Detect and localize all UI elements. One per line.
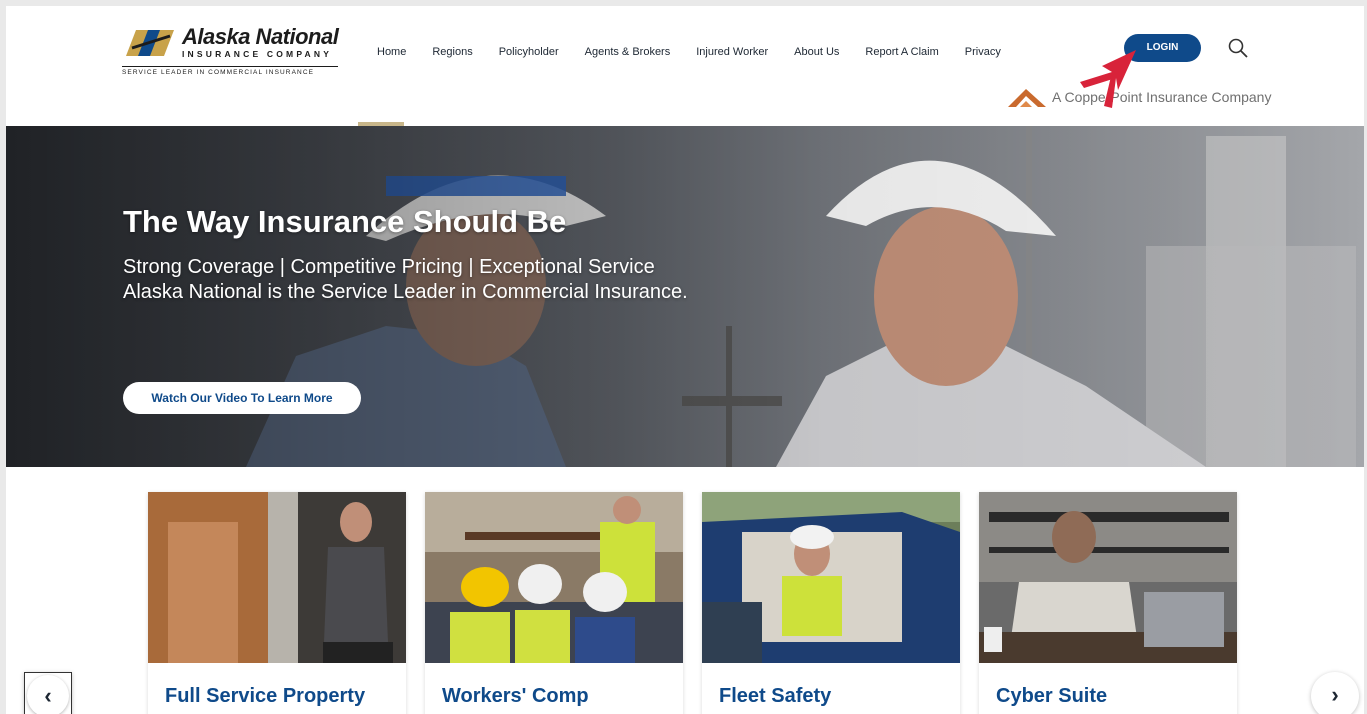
card-image-brewery (148, 492, 406, 663)
nav-injured-worker[interactable]: Injured Worker (683, 46, 781, 58)
card-title: Cyber Suite (996, 685, 1108, 707)
card-fleet-safety[interactable]: Fleet Safety (702, 492, 960, 714)
hero-subtitle-line-1: Strong Coverage | Competitive Pricing | … (123, 256, 655, 278)
site-header: Alaska National INSURANCE COMPANY SERVIC… (6, 6, 1364, 126)
main-nav: Home Regions Policyholder Agents & Broke… (364, 46, 1014, 58)
pointer-arrow-icon (1080, 50, 1136, 108)
product-carousel: Full Service Property Workers' Comp Flee… (148, 492, 1238, 714)
hero-subtitle-line-2: Alaska National is the Service Leader in… (123, 281, 688, 303)
card-image-office-call (979, 492, 1237, 663)
search-icon[interactable] (1227, 37, 1249, 59)
card-title: Fleet Safety (719, 685, 832, 707)
card-image-workers (425, 492, 683, 663)
card-full-service-property[interactable]: Full Service Property (148, 492, 406, 714)
browser-page: Alaska National INSURANCE COMPANY SERVIC… (6, 6, 1364, 714)
logo-subtitle: INSURANCE COMPANY (182, 49, 333, 59)
hero-subtitle: Strong Coverage | Competitive Pricing | … (123, 255, 688, 305)
logo-tagline: SERVICE LEADER IN COMMERCIAL INSURANCE (122, 66, 338, 76)
hero-banner: The Way Insurance Should Be Strong Cover… (6, 126, 1364, 467)
nav-regions[interactable]: Regions (419, 46, 485, 58)
chevron-right-icon: › (1331, 682, 1339, 707)
copperpoint-logo-icon (1008, 89, 1046, 107)
hero-title: The Way Insurance Should Be (123, 204, 567, 239)
nav-privacy[interactable]: Privacy (952, 46, 1014, 58)
card-workers-comp[interactable]: Workers' Comp (425, 492, 683, 714)
logo-name: Alaska National (182, 24, 339, 49)
nav-policyholder[interactable]: Policyholder (486, 46, 572, 58)
nav-agents-brokers[interactable]: Agents & Brokers (572, 46, 684, 58)
carousel-prev-button[interactable]: ‹ (24, 672, 72, 714)
nav-report-a-claim[interactable]: Report A Claim (852, 46, 951, 58)
nav-about-us[interactable]: About Us (781, 46, 852, 58)
nav-home[interactable]: Home (364, 46, 419, 58)
alaska-national-logo[interactable]: Alaska National INSURANCE COMPANY SERVIC… (122, 24, 344, 76)
logo-mark-icon (126, 30, 174, 56)
card-cyber-suite[interactable]: Cyber Suite (979, 492, 1237, 714)
card-title: Workers' Comp (442, 685, 589, 707)
carousel-next-button[interactable]: › (1311, 672, 1359, 714)
watch-video-button[interactable]: Watch Our Video To Learn More (123, 382, 361, 414)
card-image-truck-driver (702, 492, 960, 663)
chevron-left-icon: ‹ (27, 675, 69, 714)
card-title: Full Service Property (165, 685, 366, 707)
